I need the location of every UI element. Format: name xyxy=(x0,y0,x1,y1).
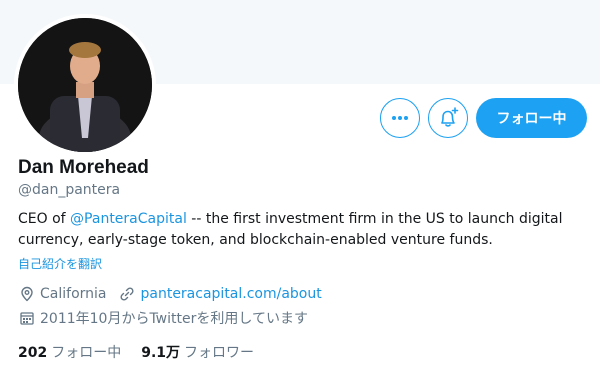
profile-bio: CEO of @PanteraCapital -- the first inve… xyxy=(18,209,578,251)
following-button[interactable]: フォロー中 xyxy=(476,98,587,138)
profile-handle: @dan_pantera xyxy=(18,182,121,198)
profile-meta-location-website: California panteracapital.com/about xyxy=(18,285,322,303)
followers-stat[interactable]: 9.1万 フォロワー xyxy=(141,342,254,362)
calendar-icon xyxy=(18,309,36,327)
avatar-photo xyxy=(18,18,152,152)
avatar[interactable] xyxy=(14,14,156,156)
translate-bio-link[interactable]: 自己紹介を翻訳 xyxy=(18,255,102,272)
website-link[interactable]: panteracapital.com/about xyxy=(140,286,321,302)
profile-name: Dan Morehead xyxy=(18,157,149,178)
bio-text-line2: currency, early-stage token, and blockch… xyxy=(18,232,493,248)
following-label: フォロー中 xyxy=(51,345,122,361)
followers-label: フォロワー xyxy=(184,345,255,361)
following-stat[interactable]: 202 フォロー中 xyxy=(18,342,121,362)
location-text: California xyxy=(40,286,107,302)
more-button[interactable] xyxy=(380,98,420,138)
notifications-button[interactable] xyxy=(428,98,468,138)
profile-stats: 202 フォロー中 9.1万 フォロワー xyxy=(18,342,274,362)
bio-text-prefix: CEO of xyxy=(18,211,71,227)
bio-mention-link[interactable]: @PanteraCapital xyxy=(70,211,187,227)
joined-date-text: 2011年10月からTwitterを利用しています xyxy=(40,311,308,327)
more-dots-icon xyxy=(392,116,408,120)
following-count: 202 xyxy=(18,345,48,361)
followers-count: 9.1万 xyxy=(141,345,181,361)
profile-meta-joined: 2011年10月からTwitterを利用しています xyxy=(18,308,308,328)
bio-text-line1: -- the first investment firm in the US t… xyxy=(186,211,563,227)
bell-plus-icon xyxy=(441,107,459,127)
location-pin-icon xyxy=(18,285,36,303)
link-icon xyxy=(118,285,136,303)
